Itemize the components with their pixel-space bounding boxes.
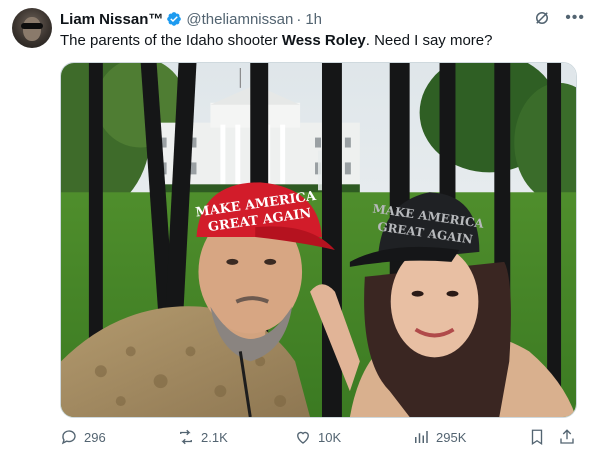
avatar-face (23, 17, 41, 41)
bookmark-icon (531, 429, 543, 446)
repost-count: 2.1K (201, 429, 228, 445)
more-options-icon[interactable]: ••• (565, 10, 585, 26)
share-button[interactable] (558, 428, 576, 446)
views-count: 295K (436, 429, 467, 445)
tweet-photo[interactable]: MAKE AMERICA GREAT AGAIN MAKE AMERICA GR… (60, 62, 577, 418)
avatar-glasses (21, 23, 43, 29)
author-name[interactable]: Liam Nissan™ (60, 11, 163, 28)
bookmark-button[interactable] (528, 428, 546, 446)
reply-button[interactable]: 296 (60, 428, 106, 446)
tweet-header: Liam Nissan™ @theliamnissan · 1h ••• (60, 9, 585, 29)
verified-badge-icon (167, 12, 182, 26)
timestamp[interactable]: 1h (305, 11, 322, 28)
reply-icon (61, 430, 76, 445)
views-chart-icon (415, 431, 428, 443)
author-handle[interactable]: @theliamnissan (186, 11, 293, 28)
grok-icon[interactable] (533, 9, 551, 27)
like-button[interactable]: 10K (294, 428, 341, 446)
separator-dot: · (296, 10, 302, 28)
share-icon (560, 429, 574, 444)
tweet-text: The parents of the Idaho shooter Wess Ro… (60, 32, 493, 49)
repost-button[interactable]: 2.1K (177, 428, 228, 446)
tweet-text-bold: Wess Roley (281, 32, 366, 49)
tweet-text-part-end: . Need I say more? (365, 32, 493, 49)
reply-count: 296 (84, 429, 106, 445)
avatar[interactable] (12, 8, 52, 48)
views-button[interactable]: 295K (412, 428, 466, 446)
photo-scene: MAKE AMERICA GREAT AGAIN MAKE AMERICA GR… (61, 63, 576, 417)
action-bar: 296 2.1K 10K 295K (60, 428, 577, 450)
heart-icon (297, 431, 309, 444)
repost-icon (180, 429, 192, 445)
tweet-text-part: The parents of the Idaho shooter (60, 32, 282, 49)
like-count: 10K (318, 429, 342, 445)
